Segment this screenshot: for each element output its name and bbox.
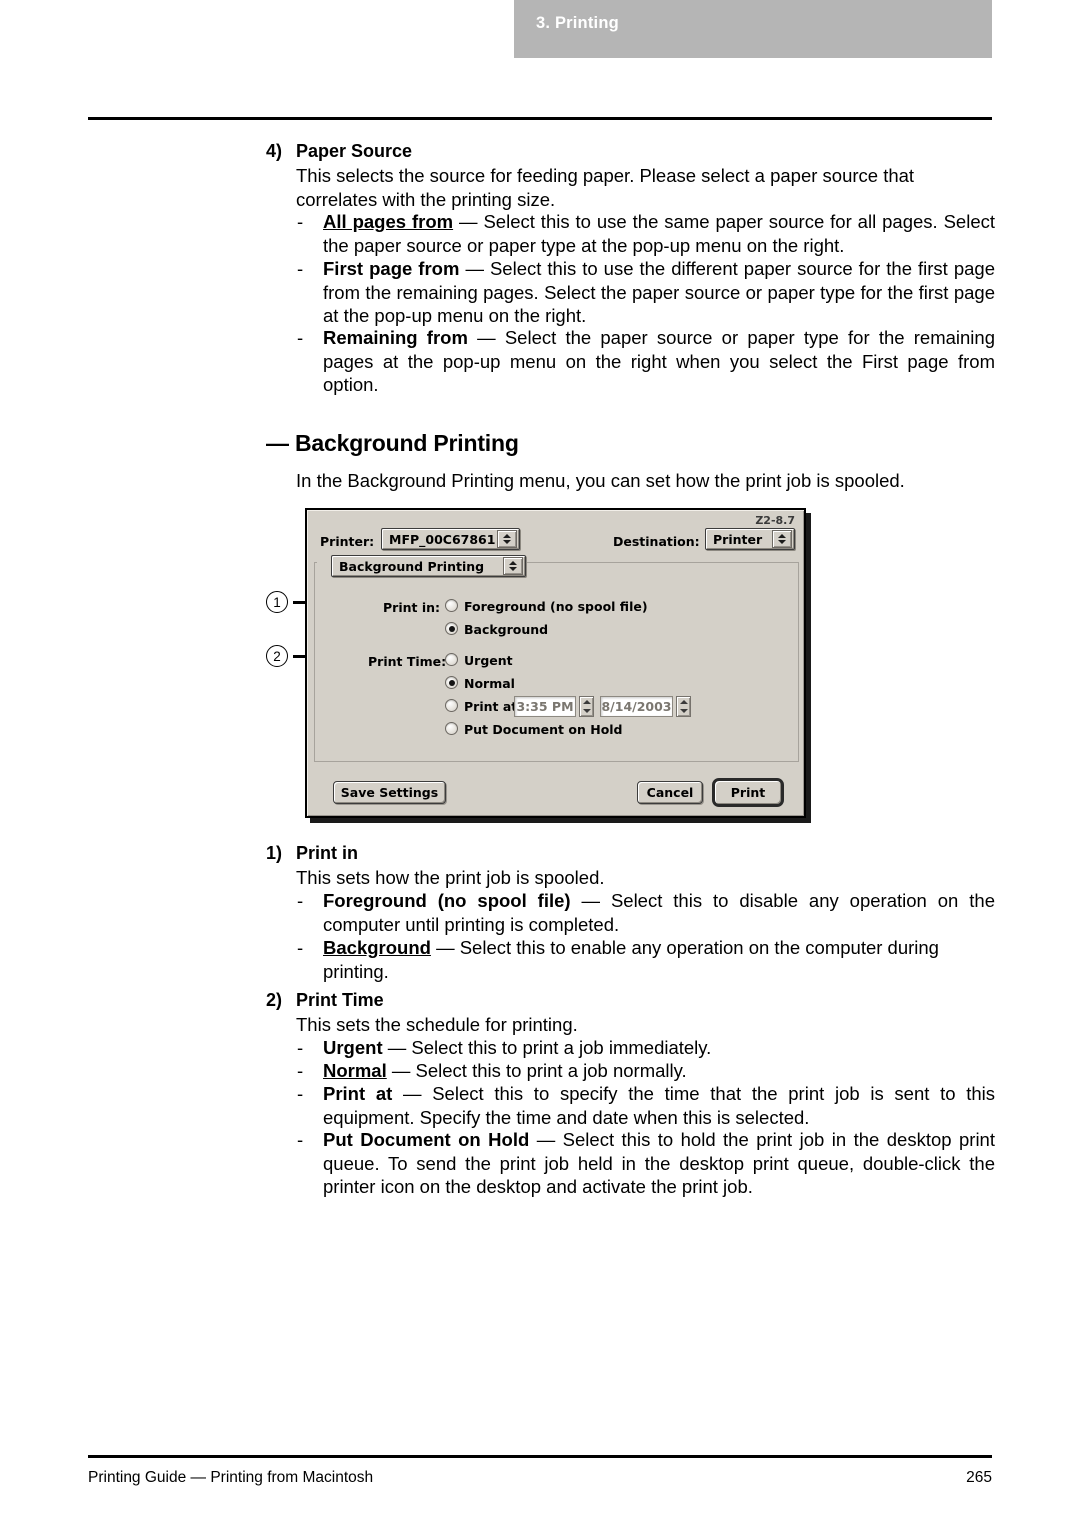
item-label: First page from	[323, 258, 460, 279]
radio-label-urgent: Urgent	[464, 653, 513, 668]
print-time-section-intro: This sets the schedule for printing.	[296, 1014, 578, 1035]
bullet-dash: -	[297, 211, 304, 232]
print-in-section-title: Print in	[296, 843, 358, 863]
bullet-dash: -	[297, 1083, 304, 1104]
print-time-item-print-at: Print at — Select this to specify the ti…	[323, 1082, 995, 1129]
print-button[interactable]: Print	[712, 778, 784, 807]
print-in-section-intro: This sets how the print job is spooled.	[296, 867, 605, 888]
background-printing-heading: — Background Printing	[266, 430, 519, 457]
callout-number: 2	[273, 648, 281, 664]
destination-popup[interactable]: Printer	[705, 528, 795, 550]
footer-title: Printing Guide — Printing from Macintosh	[88, 1469, 374, 1486]
pane-selector-value: Background Printing	[339, 558, 485, 574]
heading-text: Background Printing	[295, 430, 519, 456]
destination-label: Destination:	[613, 534, 700, 549]
print-at-date-field[interactable]: 8/14/2003	[600, 696, 673, 717]
radio-print-at[interactable]	[445, 699, 458, 712]
print-time-label: Print Time:	[368, 654, 447, 669]
chapter-header-bar: 3. Printing	[514, 0, 992, 58]
radio-put-document-on-hold[interactable]	[445, 722, 458, 735]
item-label: Remaining from	[323, 327, 468, 348]
background-printing-intro: In the Background Printing menu, you can…	[296, 470, 905, 491]
bullet-dash: -	[297, 1060, 304, 1081]
cancel-button[interactable]: Cancel	[637, 781, 703, 804]
callout-marker-1: 1	[266, 591, 288, 613]
radio-label-background: Background	[464, 622, 549, 637]
print-time-item-put-document-on-hold: Put Document on Hold — Select this to ho…	[323, 1128, 995, 1199]
print-in-label: Print in:	[383, 600, 441, 615]
updown-arrows-icon	[497, 530, 517, 548]
paper-source-title: Paper Source	[296, 141, 413, 161]
printer-popup[interactable]: MFP_00C67861	[381, 528, 520, 550]
print-time-item-urgent: Urgent — Select this to print a job imme…	[323, 1036, 995, 1060]
callout-marker-2: 2	[266, 645, 288, 667]
item-text: — Select this to specify the time that t…	[323, 1083, 995, 1128]
destination-popup-value: Printer	[713, 531, 763, 547]
radio-label-put-document-on-hold: Put Document on Hold	[464, 722, 623, 737]
print-in-section-number: 1)	[266, 843, 283, 863]
paper-source-item-first-page-from: First page from — Select this to use the…	[323, 257, 995, 328]
print-in-item-background: Background — Select this to enable any o…	[323, 936, 995, 983]
item-label: Put Document on Hold	[323, 1129, 530, 1150]
print-at-date-value: 8/14/2003	[601, 699, 672, 714]
radio-label-foreground: Foreground (no spool file)	[464, 599, 648, 614]
item-label: Normal	[323, 1060, 387, 1081]
item-label: All pages from	[323, 211, 454, 232]
chapter-header-label: 3. Printing	[536, 14, 619, 32]
pane-selector-popup[interactable]: Background Printing	[331, 555, 526, 577]
print-at-time-stepper[interactable]	[579, 696, 594, 717]
dialog-version-label: Z2-8.7	[755, 514, 795, 527]
dialog-window: Z2-8.7 Printer: MFP_00C67861 Destination…	[305, 508, 806, 818]
item-label: Urgent	[323, 1037, 383, 1058]
item-text: — Select this to print a job immediately…	[382, 1037, 712, 1058]
print-label: Print	[730, 785, 766, 800]
bullet-dash: -	[297, 890, 304, 911]
paper-source-intro: This selects the source for feeding pape…	[296, 165, 915, 210]
item-label: Background	[323, 937, 431, 958]
print-at-time-field[interactable]: 3:35 PM	[514, 696, 576, 717]
bullet-dash: -	[297, 1037, 304, 1058]
radio-normal[interactable]	[445, 676, 458, 689]
bullet-dash: -	[297, 258, 304, 279]
item-text: — Select this to print a job normally.	[386, 1060, 687, 1081]
printer-label: Printer:	[320, 534, 375, 549]
cancel-label: Cancel	[646, 785, 694, 800]
header-rule	[88, 117, 992, 120]
paper-source-item-remaining-from: Remaining from — Select the paper source…	[323, 326, 995, 397]
radio-label-normal: Normal	[464, 676, 515, 691]
item-label: Foreground (no spool file)	[323, 890, 571, 911]
paper-source-number: 4)	[266, 141, 283, 161]
footer-rule	[88, 1455, 992, 1458]
item-label: Print at	[323, 1083, 393, 1104]
printer-popup-value: MFP_00C67861	[389, 531, 496, 547]
bullet-dash: -	[297, 327, 304, 348]
print-in-item-foreground: Foreground (no spool file) — Select this…	[323, 889, 995, 936]
heading-dash: —	[266, 430, 289, 456]
save-settings-button[interactable]: Save Settings	[333, 781, 446, 804]
print-time-item-normal: Normal — Select this to print a job norm…	[323, 1059, 995, 1083]
updown-arrows-icon	[503, 557, 523, 575]
radio-foreground-no-spool-file[interactable]	[445, 599, 458, 612]
save-settings-label: Save Settings	[340, 785, 439, 800]
footer-page-number: 265	[966, 1469, 992, 1486]
print-at-time-value: 3:35 PM	[516, 699, 574, 714]
bullet-dash: -	[297, 1129, 304, 1150]
print-time-section-title: Print Time	[296, 990, 384, 1010]
bullet-dash: -	[297, 937, 304, 958]
print-time-section-number: 2)	[266, 990, 283, 1010]
paper-source-item-all-pages-from: All pages from — Select this to use the …	[323, 210, 995, 257]
updown-arrows-icon	[772, 530, 792, 548]
background-printing-dialog: Z2-8.7 Printer: MFP_00C67861 Destination…	[305, 508, 811, 823]
print-at-date-stepper[interactable]	[676, 696, 691, 717]
callout-number: 1	[273, 594, 281, 610]
radio-urgent[interactable]	[445, 653, 458, 666]
radio-background[interactable]	[445, 622, 458, 635]
